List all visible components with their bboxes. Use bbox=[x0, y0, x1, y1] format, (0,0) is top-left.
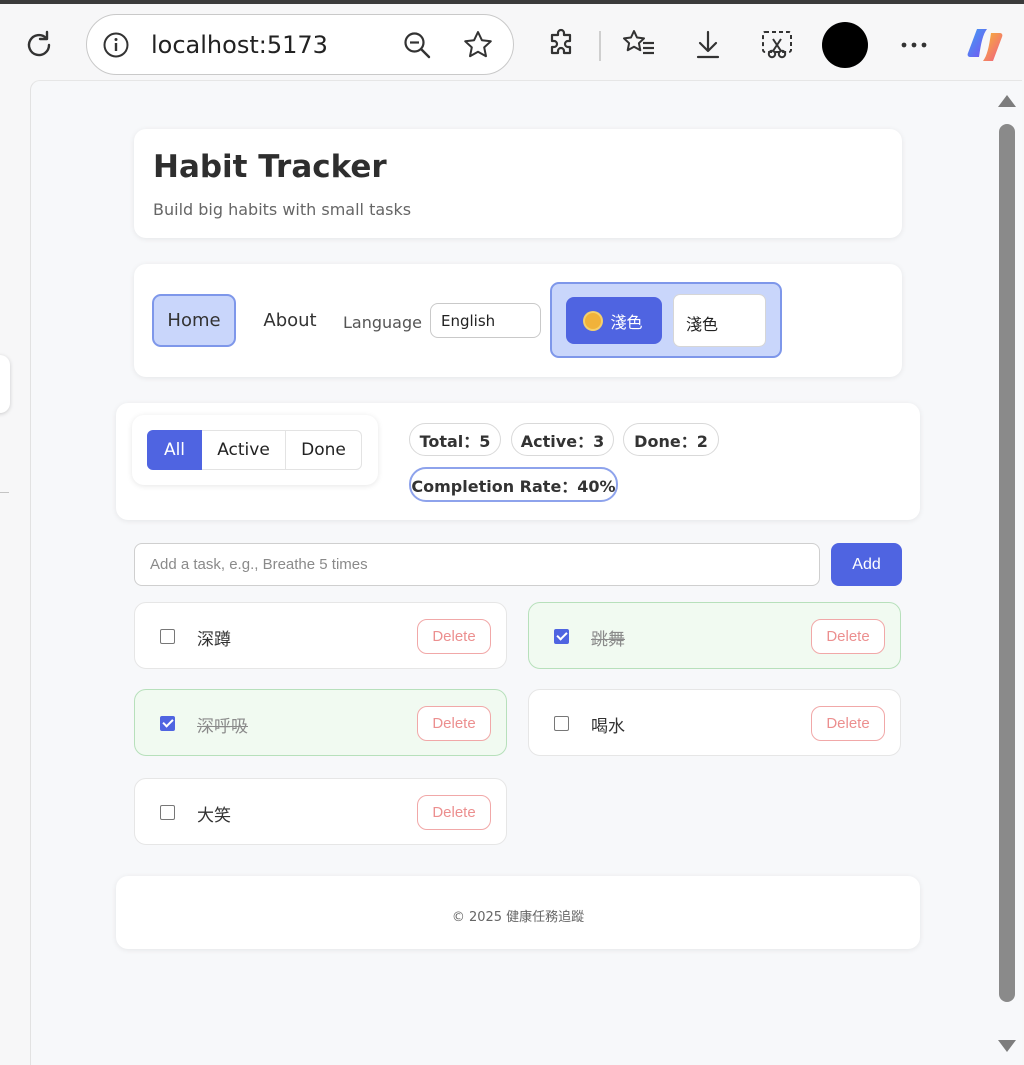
download-icon[interactable] bbox=[690, 26, 726, 62]
more-icon[interactable] bbox=[896, 28, 932, 62]
footer-text: © 2025 健康任務追蹤 bbox=[451, 910, 585, 925]
screenshot-icon[interactable] bbox=[758, 26, 796, 62]
delete-task-button[interactable]: Delete bbox=[417, 619, 491, 654]
task-label: 跳舞 bbox=[591, 630, 625, 650]
reload-icon[interactable] bbox=[20, 26, 58, 64]
stat-total: Total：5 bbox=[409, 423, 501, 456]
task-checkbox[interactable] bbox=[554, 629, 569, 644]
theme-toggle-button[interactable]: 淺色 bbox=[566, 297, 662, 344]
task-item: 深呼吸 Delete bbox=[134, 689, 507, 756]
header-card: Habit Tracker Build big habits with smal… bbox=[134, 129, 902, 238]
task-checkbox[interactable] bbox=[160, 629, 175, 644]
filter-done-button[interactable]: Done bbox=[286, 430, 362, 470]
task-label: 深呼吸 bbox=[197, 717, 248, 737]
task-input[interactable]: Add a task, e.g., Breathe 5 times bbox=[134, 543, 820, 586]
theme-toggle-label: 淺色 bbox=[610, 312, 643, 332]
scroll-up-arrow[interactable] bbox=[998, 95, 1016, 107]
zoom-out-icon[interactable] bbox=[401, 29, 433, 61]
address-bar[interactable]: localhost:5173 bbox=[86, 14, 514, 75]
scroll-down-arrow[interactable] bbox=[998, 1040, 1016, 1052]
task-item: 大笑 Delete bbox=[134, 778, 507, 845]
task-checkbox[interactable] bbox=[554, 716, 569, 731]
page-subtitle: Build big habits with small tasks bbox=[153, 200, 412, 219]
sidebar-divider bbox=[0, 492, 9, 493]
page-title: Habit Tracker bbox=[153, 149, 387, 185]
copilot-icon[interactable] bbox=[962, 22, 1008, 68]
task-checkbox[interactable] bbox=[160, 716, 175, 731]
filter-all-button[interactable]: All bbox=[147, 430, 202, 470]
language-select[interactable]: English bbox=[430, 303, 541, 338]
sidebar-handle[interactable] bbox=[0, 355, 10, 413]
favorites-icon[interactable] bbox=[620, 26, 658, 62]
filter-active-button[interactable]: Active bbox=[202, 430, 286, 470]
language-label: Language bbox=[343, 313, 422, 332]
profile-avatar[interactable] bbox=[822, 22, 868, 68]
sun-icon bbox=[585, 312, 602, 329]
url-text[interactable]: localhost:5173 bbox=[151, 31, 328, 59]
task-item: 深蹲 Delete bbox=[134, 602, 507, 669]
nav-about-button[interactable]: About bbox=[252, 294, 328, 347]
star-icon[interactable] bbox=[461, 28, 495, 62]
task-checkbox[interactable] bbox=[160, 805, 175, 820]
delete-task-button[interactable]: Delete bbox=[417, 706, 491, 741]
task-label: 喝水 bbox=[591, 717, 625, 737]
theme-field[interactable]: 淺色 bbox=[673, 294, 766, 347]
filter-group: All Active Done bbox=[132, 415, 378, 485]
toolbar-separator bbox=[599, 31, 601, 61]
browser-toolbar: localhost:5173 bbox=[0, 0, 1024, 82]
stat-completion-rate: Completion Rate：40% bbox=[409, 467, 618, 502]
delete-task-button[interactable]: Delete bbox=[417, 795, 491, 830]
task-label: 深蹲 bbox=[197, 630, 231, 650]
stat-done: Done：2 bbox=[623, 423, 719, 456]
delete-task-button[interactable]: Delete bbox=[811, 706, 885, 741]
theme-control: 淺色 淺色 bbox=[550, 282, 782, 358]
footer-card: © 2025 健康任務追蹤 bbox=[116, 876, 920, 949]
extensions-icon[interactable] bbox=[544, 26, 580, 62]
filter-stats-card: All Active Done Total：5 Active：3 Done：2 … bbox=[116, 403, 920, 520]
task-item: 喝水 Delete bbox=[528, 689, 901, 756]
add-task-button[interactable]: Add bbox=[831, 543, 902, 586]
nav-card: Home About Language English 淺色 淺色 bbox=[134, 264, 902, 377]
scrollbar-thumb[interactable] bbox=[999, 124, 1015, 1002]
stat-active: Active：3 bbox=[511, 423, 614, 456]
delete-task-button[interactable]: Delete bbox=[811, 619, 885, 654]
task-label: 大笑 bbox=[197, 806, 231, 826]
info-icon[interactable] bbox=[101, 30, 131, 60]
nav-home-button[interactable]: Home bbox=[152, 294, 236, 347]
task-item: 跳舞 Delete bbox=[528, 602, 901, 669]
